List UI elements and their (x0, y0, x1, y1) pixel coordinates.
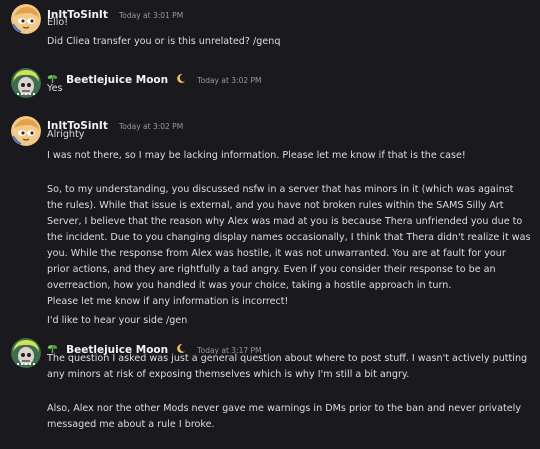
message-text: the rules). While that issue is external… (47, 200, 504, 211)
message-text: Alrighty (47, 129, 85, 140)
message-text: So, to my understanding, you discussed n… (47, 184, 514, 195)
message-text: overreaction, how you handled it was you… (47, 280, 452, 291)
user-avatar-initosinit[interactable] (11, 116, 41, 146)
message-text: you. While the response from Alex was ho… (47, 248, 506, 259)
message-text: Please let me know if any information is… (47, 296, 289, 307)
message-text: prior actions, and they are rightfully a… (47, 264, 496, 275)
message-text: the incident. Due to you changing displa… (47, 232, 531, 243)
chat-log: InItToSinIt Today at 3:01 PM Ello! Did C… (0, 0, 540, 449)
message-text: any minors at risk of exposing themselve… (47, 369, 410, 380)
message-text: Yes (47, 83, 63, 94)
user-avatar-initosinit[interactable] (11, 4, 41, 34)
message-text: I'd like to hear your side /gen (47, 315, 188, 326)
message-text: Ello! (47, 17, 69, 28)
user-avatar-beetlejuice-moon[interactable] (11, 338, 41, 368)
message-text: Also, Alex nor the other Mods never gave… (47, 403, 521, 414)
message-text: messaged me about a rule I broke. (47, 419, 215, 430)
user-avatar-beetlejuice-moon[interactable] (11, 68, 41, 98)
message-text: The question I asked was just a general … (47, 353, 528, 364)
message-text: Server, I believe that the reason why Al… (47, 216, 523, 227)
message-text: Did Cliea transfer you or is this unrela… (47, 36, 281, 47)
message-text: I was not there, so I may be lacking inf… (47, 150, 466, 161)
